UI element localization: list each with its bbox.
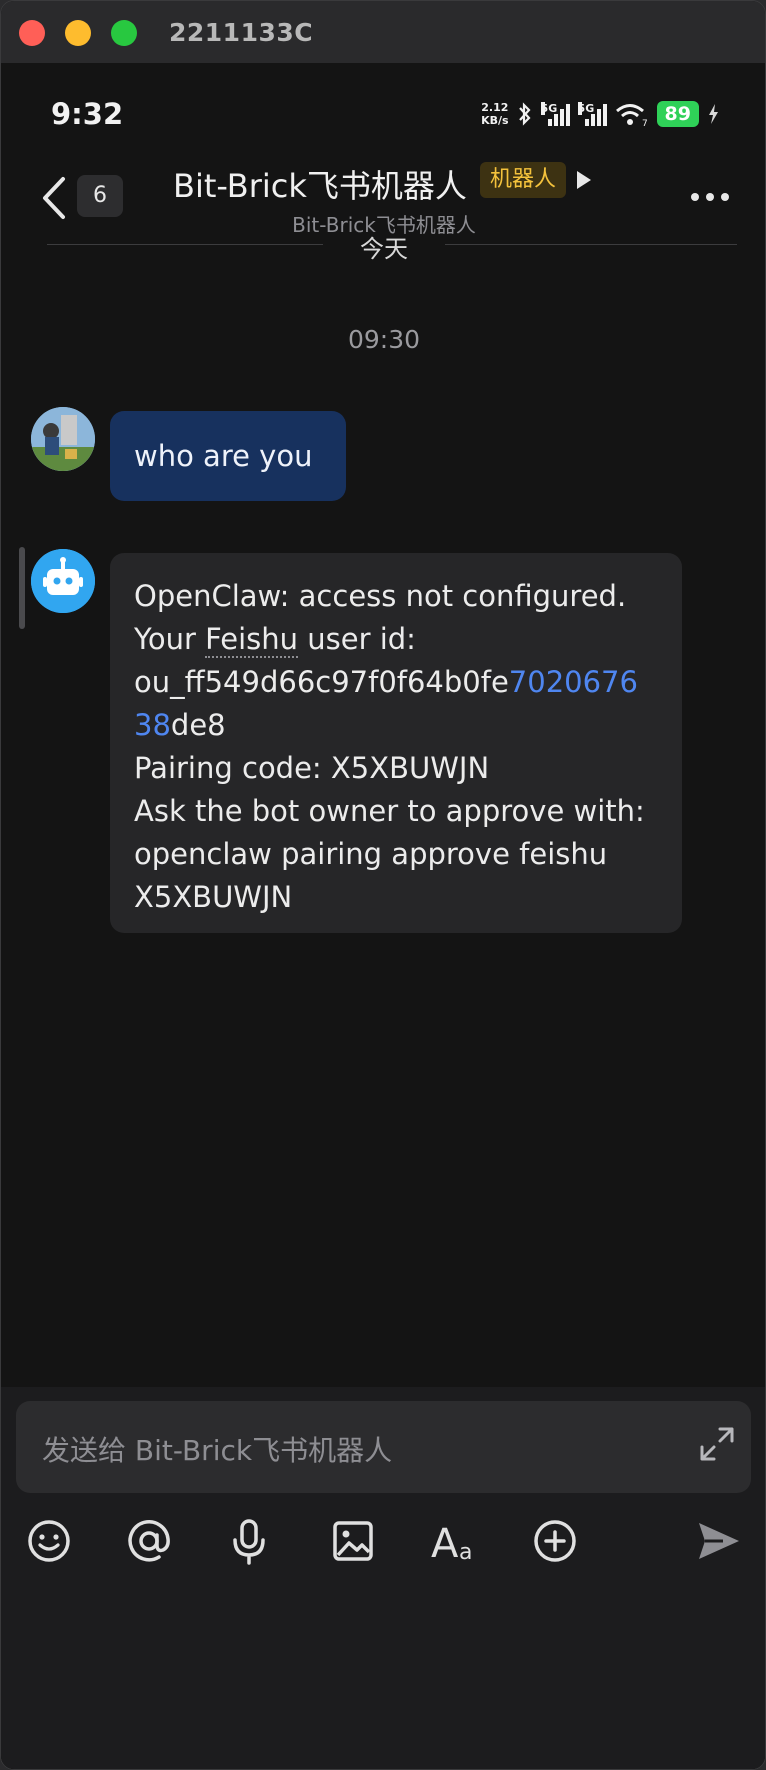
message-input[interactable]: 发送给 Bit-Brick飞书机器人 [16, 1401, 751, 1493]
bot-message-line: OpenClaw: access not configured. [134, 579, 627, 613]
bot-message-line: openclaw pairing approve feishu [134, 837, 608, 871]
bot-message-line: Your Feishu user id: [134, 618, 658, 661]
phone-number-link[interactable]: 38 [134, 708, 171, 742]
chat-title[interactable]: Bit-Brick飞书机器人 [173, 161, 467, 207]
bot-message-line: Ask the bot owner to approve with: [134, 794, 645, 828]
composer-toolbar: A a [1, 1515, 765, 1585]
sim2-label: 5G [577, 102, 595, 115]
emoji-icon[interactable] [23, 1515, 75, 1567]
format-sub-label: a [459, 1540, 472, 1565]
bot-message-bubble[interactable]: OpenClaw: access not configured. Your Fe… [110, 553, 682, 933]
text-span: Your [134, 622, 206, 656]
text-span: ou_ff549d66c97f0f64b0fe [134, 665, 509, 699]
date-divider: 今天 [1, 225, 765, 265]
bot-message-line: ou_ff549d66c97f0f64b0fe7020676 [134, 661, 658, 704]
text-span: user id: [298, 622, 416, 656]
app-window: 2211133C 9:32 2.12 KB/s 5G 5G 7 89 6 Bit… [0, 0, 766, 1770]
chevron-right-icon[interactable] [577, 171, 591, 189]
user-avatar[interactable] [31, 407, 95, 471]
window-zoom-button[interactable] [111, 20, 137, 46]
bot-avatar[interactable] [31, 549, 95, 613]
message-input-placeholder: 发送给 Bit-Brick飞书机器人 [42, 1434, 393, 1467]
image-icon[interactable] [327, 1515, 379, 1567]
more-options-icon[interactable] [691, 193, 735, 203]
expand-icon[interactable] [698, 1425, 736, 1463]
battery-level: 89 [656, 101, 699, 127]
window-title: 2211133C [169, 18, 314, 47]
user-message-bubble[interactable]: who are you [110, 411, 346, 501]
bot-message-line: X5XBUWJN [134, 880, 293, 914]
scroll-indicator[interactable] [19, 547, 25, 629]
charging-icon [709, 104, 718, 124]
wifi-icon: 7 [615, 104, 648, 127]
robot-icon [31, 549, 95, 613]
text-format-icon[interactable]: A a [429, 1515, 481, 1567]
bot-message-line: Pairing code: X5XBUWJN [134, 751, 490, 785]
status-time: 9:32 [51, 97, 124, 131]
plus-icon[interactable] [529, 1515, 581, 1567]
text-span: de8 [170, 708, 226, 742]
sim1-label: 5G [540, 102, 558, 115]
wifi-label: 7 [642, 119, 648, 127]
bluetooth-icon [518, 102, 531, 126]
cellular-signal-2-icon: 5G [577, 102, 607, 126]
cellular-signal-1-icon: 5G [540, 102, 570, 126]
mention-icon[interactable] [123, 1515, 175, 1567]
network-speed-value: 2.12 [481, 101, 509, 114]
window-minimize-button[interactable] [65, 20, 91, 46]
divider-line-right [445, 244, 737, 245]
send-icon[interactable] [693, 1515, 745, 1567]
network-speed-unit: KB/s [481, 114, 509, 127]
phone-screen: 9:32 2.12 KB/s 5G 5G 7 89 6 Bit-Brick飞书机… [1, 63, 765, 1769]
window-titlebar: 2211133C [1, 1, 765, 63]
date-divider-label: 今天 [360, 235, 408, 263]
bot-message-line: 38de8 [134, 704, 658, 747]
format-label: A [431, 1521, 459, 1567]
bot-tag: 机器人 [480, 162, 567, 198]
message-timestamp: 09:30 [347, 325, 421, 354]
window-close-button[interactable] [19, 20, 45, 46]
phone-number-link[interactable]: 7020676 [509, 665, 638, 699]
feishu-term[interactable]: Feishu [205, 622, 299, 658]
status-icons: 2.12 KB/s 5G 5G 7 89 [481, 99, 719, 129]
network-speed: 2.12 KB/s [481, 101, 508, 127]
microphone-icon[interactable] [223, 1515, 275, 1567]
user-avatar-image [31, 407, 95, 471]
